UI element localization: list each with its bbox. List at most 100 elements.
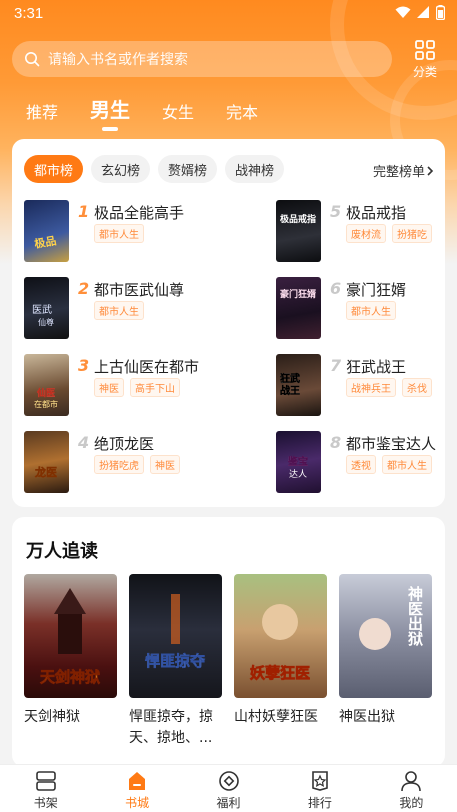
tab-recommend[interactable]: 推荐: [26, 99, 58, 131]
tab-finished[interactable]: 完本: [226, 99, 258, 131]
ranking-item[interactable]: 豪门狂婿 6 豪门狂婿 都市人生: [276, 277, 441, 339]
nav-welfare[interactable]: 福利: [183, 765, 274, 812]
rank-tab-fantasy[interactable]: 玄幻榜: [91, 155, 151, 183]
ranking-item[interactable]: 极品 1 极品全能高手 都市人生: [24, 200, 234, 262]
book-title: 豪门狂婿: [346, 281, 407, 299]
book-tag: 神医: [94, 378, 124, 397]
nav-label: 福利: [216, 796, 241, 810]
book-title: 极品戒指: [346, 204, 407, 222]
bookshelf-icon: [35, 771, 56, 791]
search-placeholder: 请输入书名或作者搜索: [48, 52, 188, 68]
bookstore-icon: [129, 772, 146, 790]
rank-number: 1: [78, 202, 90, 221]
ranking-item[interactable]: 仙医 在都市 3 上古仙医在都市 神医 高手下山: [24, 354, 234, 416]
wifi-icon: [395, 6, 411, 18]
hot-book-item[interactable]: 神医出狱 神医出狱: [339, 574, 432, 728]
book-cover: 极品: [24, 200, 69, 262]
ranking-item[interactable]: 鉴宝 达人 8 都市鉴宝达人 透视 都市人生: [276, 431, 441, 493]
ranking-tabs: 都市榜 玄幻榜 赘婿榜 战神榜: [24, 155, 285, 183]
cover-title: 妖孽狂医: [250, 664, 310, 682]
book-title: 绝顶龙医: [94, 435, 155, 453]
status-time: 3:31: [14, 5, 44, 22]
full-ranking-label: 完整榜单: [372, 165, 425, 180]
book-cover: 悍匪掠夺: [129, 574, 222, 698]
nav-bookshelf[interactable]: 书架: [0, 765, 91, 812]
welfare-icon: [218, 771, 239, 791]
book-cover: 豪门狂婿: [276, 277, 321, 339]
svg-text:达人: 达人: [289, 468, 307, 480]
book-tag: 废材流: [346, 224, 386, 243]
gender-tabs: 推荐 男生 女生 完本: [26, 94, 290, 131]
search-input[interactable]: 请输入书名或作者搜索: [12, 41, 392, 77]
svg-text:战王: 战王: [280, 384, 300, 397]
book-tag: 战神兵王: [346, 378, 396, 397]
book-title: 上古仙医在都市: [94, 358, 200, 376]
book-tag: 都市人生: [382, 455, 432, 474]
full-ranking-link[interactable]: 完整榜单: [373, 161, 435, 180]
tab-male[interactable]: 男生: [90, 94, 130, 131]
battery-icon: [436, 5, 445, 20]
hot-reads-card: 万人追读 天剑神狱 天剑神狱 悍匪掠夺 悍匪掠夺，掠天、掠地、... 妖孽狂医: [12, 517, 445, 767]
ranking-item[interactable]: 极品戒指 5 极品戒指 废材流 扮猪吃: [276, 200, 441, 262]
book-tag: 神医: [150, 455, 180, 474]
ranking-item[interactable]: 龙医 4 绝顶龙医 扮猪吃虎 神医: [24, 431, 234, 493]
book-cover: 天剑神狱: [24, 574, 117, 698]
book-tag: 都市人生: [94, 224, 144, 243]
hot-book-item[interactable]: 天剑神狱 天剑神狱: [24, 574, 117, 728]
rank-number: 8: [330, 433, 342, 452]
rank-tab-war-god[interactable]: 战神榜: [225, 155, 285, 183]
hot-book-item[interactable]: 悍匪掠夺 悍匪掠夺，掠天、掠地、...: [129, 574, 222, 749]
svg-text:狂武: 狂武: [280, 372, 300, 385]
nav-ranking[interactable]: 排行: [274, 765, 365, 812]
book-title: 狂武战王: [346, 358, 407, 376]
ranking-card: 都市榜 玄幻榜 赘婿榜 战神榜 完整榜单 极品 1 极品全能高手 都市人生 医武…: [12, 139, 445, 507]
book-tag: 杀伐: [402, 378, 432, 397]
book-cover: 妖孽狂医: [234, 574, 327, 698]
book-cover: 极品戒指: [276, 200, 321, 262]
nav-label: 书城: [125, 796, 150, 810]
nav-label: 排行: [307, 796, 332, 810]
nav-bookstore[interactable]: 书城: [91, 765, 182, 812]
book-tag: 扮猪吃: [392, 224, 432, 243]
book-title: 悍匪掠夺，掠天、掠地、...: [129, 709, 213, 746]
search-icon: [25, 52, 40, 67]
profile-icon: [401, 771, 422, 792]
category-button[interactable]: 分类: [407, 40, 443, 80]
bottom-navigation: 书架 书城 福利 排行 我的: [0, 764, 457, 812]
book-tags: 废材流 扮猪吃: [346, 224, 441, 243]
book-tags: 扮猪吃虎 神医: [94, 455, 180, 474]
chevron-right-icon: [427, 165, 434, 176]
rank-tab-urban[interactable]: 都市榜: [24, 155, 84, 183]
nav-label: 我的: [399, 796, 424, 810]
grid-icon: [415, 40, 435, 60]
ranking-item[interactable]: 狂武 战王 7 狂武战王 战神兵王 杀伐: [276, 354, 441, 416]
rank-number: 5: [330, 202, 342, 221]
category-label: 分类: [412, 65, 437, 79]
tab-female[interactable]: 女生: [162, 99, 194, 131]
nav-profile[interactable]: 我的: [366, 765, 457, 812]
book-tags: 都市人生: [346, 301, 396, 320]
book-title: 天剑神狱: [24, 709, 80, 725]
svg-text:仙尊: 仙尊: [38, 317, 54, 327]
book-tag: 都市人生: [94, 301, 144, 320]
book-cover: 神医出狱: [339, 574, 432, 698]
signal-icon: [417, 6, 429, 18]
book-tags: 都市人生: [94, 301, 144, 320]
svg-text:极品: 极品: [33, 233, 57, 251]
svg-text:仙医: 仙医: [37, 387, 55, 399]
book-tags: 都市人生: [94, 224, 144, 243]
book-title: 极品全能高手: [94, 204, 185, 222]
cover-title: 悍匪掠夺: [145, 652, 206, 670]
svg-text:医武: 医武: [32, 303, 52, 316]
book-title: 山村妖孽狂医: [234, 709, 318, 725]
svg-text:豪门狂婿: 豪门狂婿: [280, 288, 317, 300]
book-tag: 高手下山: [130, 378, 180, 397]
cover-title: 神医出狱: [406, 585, 424, 647]
ranking-item[interactable]: 医武 仙尊 2 都市医武仙尊 都市人生: [24, 277, 234, 339]
rank-number: 2: [78, 279, 90, 298]
status-icons: [395, 5, 445, 20]
book-tags: 透视 都市人生: [346, 455, 432, 474]
book-tag: 扮猪吃虎: [94, 455, 144, 474]
rank-tab-son-in-law[interactable]: 赘婿榜: [158, 155, 218, 183]
hot-book-item[interactable]: 妖孽狂医 山村妖孽狂医: [234, 574, 327, 728]
